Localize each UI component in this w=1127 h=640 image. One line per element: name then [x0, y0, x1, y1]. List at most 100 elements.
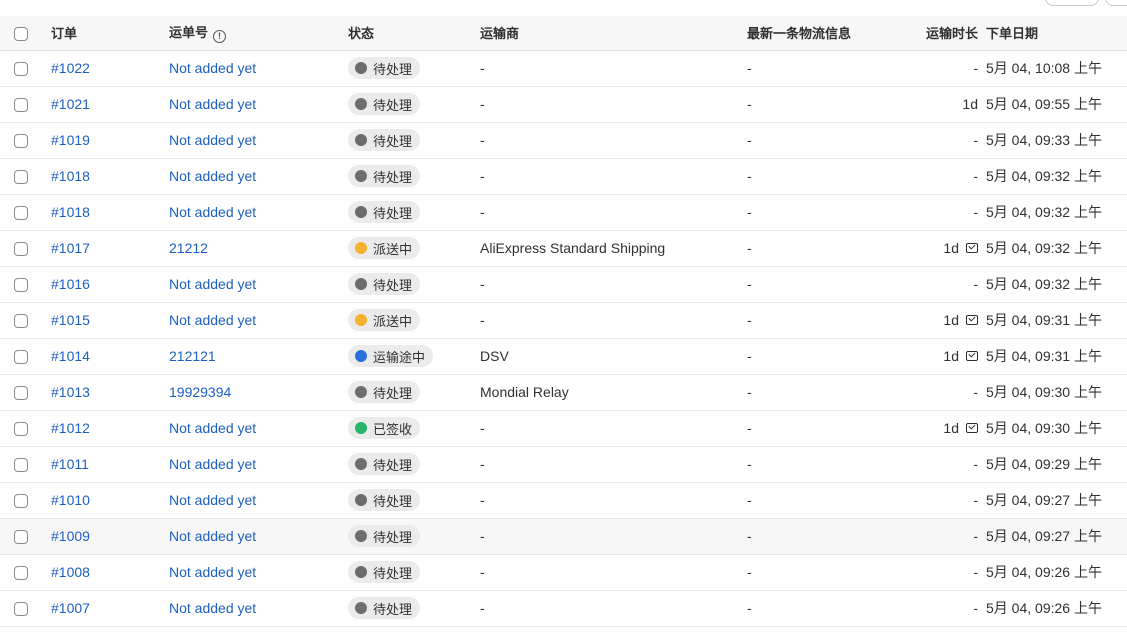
- order-date-cell: 5月 04, 10:08 上午: [986, 60, 1102, 76]
- table-row[interactable]: #1009 Not added yet 待处理 - - -5月 04, 09:27 上午: [0, 518, 1127, 554]
- carrier-cell: -: [480, 168, 485, 184]
- row-checkbox[interactable]: [14, 170, 28, 185]
- duration-value: -: [973, 528, 978, 544]
- tracking-link[interactable]: 21212: [169, 240, 208, 256]
- mail-icon[interactable]: [966, 351, 978, 361]
- order-link[interactable]: #1009: [51, 528, 90, 544]
- table-row[interactable]: #1015 Not added yet 派送中 - - 1d 5月 04, 09:31 上午: [0, 302, 1127, 338]
- row-checkbox[interactable]: [14, 602, 28, 617]
- mail-icon[interactable]: [966, 315, 978, 325]
- tracking-link[interactable]: Not added yet: [169, 60, 256, 76]
- table-row[interactable]: #1017 21212 派送中 AliExpress Standard Shippin…: [0, 230, 1127, 266]
- row-checkbox[interactable]: [14, 62, 28, 77]
- duration-cell: -: [889, 50, 978, 86]
- header-order[interactable]: 订单: [51, 16, 169, 51]
- tracking-link[interactable]: Not added yet: [169, 96, 256, 112]
- order-date-cell: 5月 04, 09:27 上午: [986, 528, 1102, 544]
- order-link[interactable]: #1010: [51, 492, 90, 508]
- header-carrier[interactable]: 运输商: [480, 16, 747, 51]
- tracking-cell: Not added yet: [169, 482, 348, 518]
- table-row[interactable]: #1021 Not added yet 待处理 - - 1d 5月 04, 09:55 上午: [0, 86, 1127, 122]
- table-row[interactable]: #1013 19929394 待处理 Mondial Relay - -5月 04, 09…: [0, 374, 1127, 410]
- row-checkbox[interactable]: [14, 422, 28, 437]
- table-row[interactable]: #1011 Not added yet 待处理 - - -5月 04, 09:29 上午: [0, 446, 1127, 482]
- table-row[interactable]: #1008 Not added yet 待处理 - - -5月 04, 09:26 上午: [0, 554, 1127, 590]
- tracking-link[interactable]: Not added yet: [169, 456, 256, 472]
- order-link[interactable]: #1015: [51, 312, 90, 328]
- tracking-link[interactable]: 19929394: [169, 384, 231, 400]
- table-row[interactable]: #1018 Not added yet 待处理 - - -5月 04, 09:32 上午: [0, 158, 1127, 194]
- order-link[interactable]: #1011: [51, 456, 89, 472]
- status-label: 待处理: [373, 457, 413, 473]
- order-link[interactable]: #1019: [51, 132, 90, 148]
- tracking-link[interactable]: Not added yet: [169, 420, 256, 436]
- table-row[interactable]: #1022 Not added yet 待处理 - - -5月 04, 10:08 上午: [0, 50, 1127, 86]
- mail-icon[interactable]: [966, 243, 978, 253]
- row-checkbox[interactable]: [14, 530, 28, 545]
- select-all-checkbox[interactable]: [14, 26, 28, 41]
- tracking-link[interactable]: Not added yet: [169, 312, 256, 328]
- order-link[interactable]: #1012: [51, 420, 90, 436]
- latest-info-cell: -: [747, 528, 752, 544]
- header-tracking[interactable]: 运单号!: [169, 16, 348, 51]
- table-row[interactable]: #1014 212121 运输途中 DSV - 1d 5月 04, 09:31 上午: [0, 338, 1127, 374]
- header-duration[interactable]: 运输时长: [889, 16, 978, 51]
- order-cell: #1019: [51, 122, 169, 158]
- row-checkbox[interactable]: [14, 206, 28, 221]
- status-label: 派送中: [373, 313, 413, 329]
- tracking-link[interactable]: 212121: [169, 348, 216, 364]
- order-link[interactable]: #1018: [51, 204, 90, 220]
- order-link[interactable]: #1021: [51, 96, 90, 112]
- row-checkbox[interactable]: [14, 134, 28, 149]
- row-checkbox[interactable]: [14, 350, 28, 365]
- latest-info-cell: -: [747, 384, 752, 400]
- duration-cell: -: [889, 482, 978, 518]
- row-checkbox[interactable]: [14, 494, 28, 509]
- table-row[interactable]: #1010 Not added yet 待处理 - - -5月 04, 09:27 上午: [0, 482, 1127, 518]
- carrier-cell: -: [480, 204, 485, 220]
- tracking-link[interactable]: Not added yet: [169, 132, 256, 148]
- info-icon[interactable]: !: [213, 30, 227, 44]
- tracking-link[interactable]: Not added yet: [169, 276, 256, 292]
- header-latest-info[interactable]: 最新一条物流信息: [747, 16, 889, 51]
- row-checkbox[interactable]: [14, 314, 28, 329]
- order-link[interactable]: #1014: [51, 348, 90, 364]
- tracking-link[interactable]: Not added yet: [169, 204, 256, 220]
- toolbar-button[interactable]: [1105, 0, 1127, 6]
- status-label: 待处理: [373, 169, 413, 185]
- latest-info-cell: -: [747, 204, 752, 220]
- row-checkbox[interactable]: [14, 278, 28, 293]
- status-cell: 待处理: [348, 554, 480, 590]
- table-row[interactable]: #1007 Not added yet 待处理 - - -5月 04, 09:26 上午: [0, 590, 1127, 626]
- table-row[interactable]: #1019 Not added yet 待处理 - - -5月 04, 09:33 上午: [0, 122, 1127, 158]
- tracking-cell: Not added yet: [169, 266, 348, 302]
- header-order-date[interactable]: 下单日期: [978, 16, 1127, 51]
- row-checkbox[interactable]: [14, 458, 28, 473]
- tracking-link[interactable]: Not added yet: [169, 168, 256, 184]
- row-checkbox[interactable]: [14, 98, 28, 113]
- order-link[interactable]: #1022: [51, 60, 90, 76]
- toolbar-button[interactable]: [1045, 0, 1099, 6]
- order-link[interactable]: #1013: [51, 384, 90, 400]
- order-link[interactable]: #1008: [51, 564, 90, 580]
- order-link[interactable]: #1007: [51, 600, 90, 616]
- table-row[interactable]: #1016 Not added yet 待处理 - - -5月 04, 09:32 上午: [0, 266, 1127, 302]
- order-date-cell: 5月 04, 09:55 上午: [986, 96, 1102, 112]
- tracking-link[interactable]: Not added yet: [169, 492, 256, 508]
- order-link[interactable]: #1018: [51, 168, 90, 184]
- order-link[interactable]: #1017: [51, 240, 90, 256]
- tracking-link[interactable]: Not added yet: [169, 600, 256, 616]
- row-select-cell: [0, 338, 51, 374]
- row-checkbox[interactable]: [14, 386, 28, 401]
- header-status[interactable]: 状态: [348, 16, 480, 51]
- table-row[interactable]: #1012 Not added yet 已签收 - - 1d 5月 04, 09:30 上午: [0, 410, 1127, 446]
- tracking-link[interactable]: Not added yet: [169, 528, 256, 544]
- mail-icon[interactable]: [966, 423, 978, 433]
- row-checkbox[interactable]: [14, 242, 28, 257]
- order-link[interactable]: #1016: [51, 276, 90, 292]
- row-checkbox[interactable]: [14, 566, 28, 581]
- duration-cell: -: [889, 590, 978, 626]
- tracking-link[interactable]: Not added yet: [169, 564, 256, 580]
- row-select-cell: [0, 374, 51, 410]
- table-row[interactable]: #1018 Not added yet 待处理 - - -5月 04, 09:32 上午: [0, 194, 1127, 230]
